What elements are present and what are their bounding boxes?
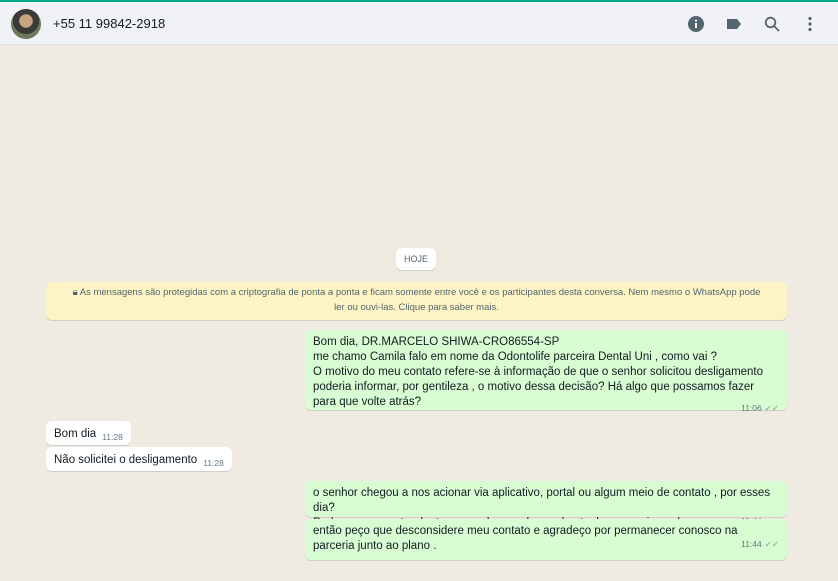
message-time: 11:28 [203,458,224,468]
chat-header: +55 11 99842-2918 [0,0,838,45]
date-badge: HOJE [396,248,436,270]
encryption-notice[interactable]: 🔒︎ As mensagens são protegidas com a cri… [46,282,787,320]
menu-icon[interactable] [800,14,820,34]
message-incoming[interactable]: Bom dia 11:28 [46,421,131,445]
message-incoming[interactable]: Não solicitei o desligamento 11:28 [46,447,232,471]
lock-icon: 🔒︎ [72,287,80,298]
message-time: 11:06 [741,403,762,413]
label-icon[interactable] [724,14,744,34]
message-time: 11:44 [741,539,762,549]
message-outgoing[interactable]: Bom dia, DR.MARCELO SHIWA-CRO86554-SP me… [305,330,787,413]
contact-name[interactable]: +55 11 99842-2918 [53,16,165,31]
contact-avatar[interactable] [11,9,41,39]
double-check-icon: ✓✓ [764,539,779,549]
message-time: 11:28 [102,432,123,442]
search-icon[interactable] [762,14,782,34]
message-text: Bom dia, DR.MARCELO SHIWA-CRO86554-SP me… [313,336,764,408]
message-text: Não solicitei o desligamento [54,454,198,466]
encryption-text: As mensagens são protegidas com a cripto… [79,287,761,313]
message-text: Bom dia [54,428,97,440]
info-icon[interactable] [686,14,706,34]
message-text: então peço que desconsidere meu contato … [313,525,738,552]
message-outgoing[interactable]: então peço que desconsidere meu contato … [305,519,787,560]
double-check-icon: ✓✓ [764,403,779,413]
message-outgoing[interactable]: o senhor chegou a nos acionar via aplica… [305,481,787,529]
